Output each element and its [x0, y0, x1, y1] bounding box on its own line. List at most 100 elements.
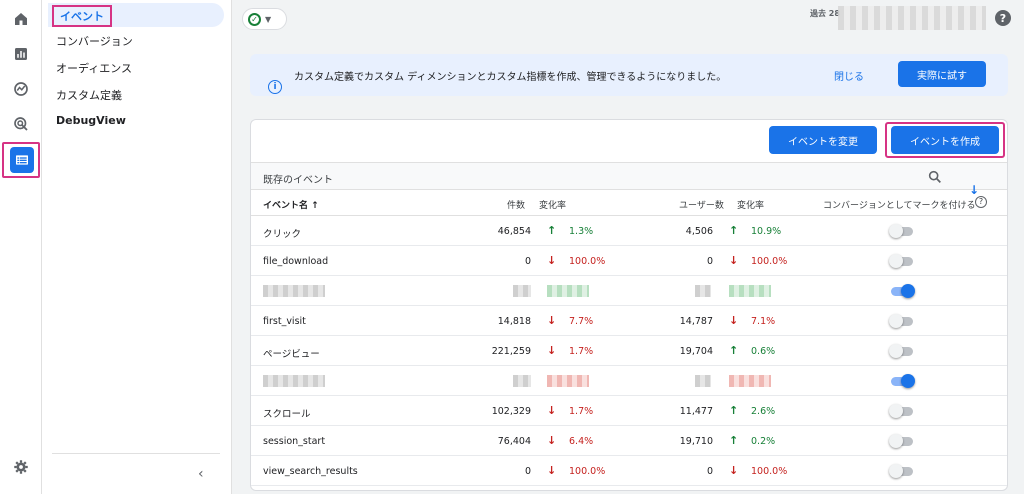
settings-icon[interactable]: [10, 456, 32, 478]
redacted-users: [695, 375, 711, 387]
event-count: 0: [524, 466, 531, 477]
conversion-toggle[interactable]: [889, 344, 915, 358]
event-count: 102,329: [491, 406, 531, 417]
arrow-down-icon: ↓: [729, 464, 739, 477]
nav-item-conversions[interactable]: コンバージョン: [56, 33, 133, 49]
user-count: 4,506: [685, 226, 713, 237]
arrow-down-icon: ↓: [547, 314, 557, 327]
event-name[interactable]: file_download: [263, 256, 328, 267]
check-circle-icon: ✓: [248, 12, 261, 26]
home-icon[interactable]: [10, 8, 32, 30]
conversion-toggle[interactable]: [889, 284, 915, 298]
nav-item-audiences[interactable]: オーディエンス: [56, 60, 132, 76]
redacted-event-name: [263, 375, 325, 387]
date-range-label[interactable]: 過去 28: [810, 8, 840, 19]
redacted-change-count: [547, 285, 589, 297]
modify-event-button[interactable]: イベントを変更: [769, 126, 877, 154]
user-count: 11,477: [679, 406, 713, 417]
redacted-count: [513, 285, 531, 297]
event-name[interactable]: ページビュー: [263, 346, 320, 360]
analytics-app: イベント コンバージョン オーディエンス カスタム定義 DebugView ‹ …: [0, 0, 1024, 494]
banner-try-button[interactable]: 実際に試す: [898, 61, 986, 87]
explore-icon[interactable]: [10, 78, 32, 100]
configure-nav: イベント コンバージョン オーディエンス カスタム定義 DebugView ‹: [42, 0, 232, 494]
nav-item-events-label: イベント: [52, 5, 112, 27]
event-name[interactable]: first_visit: [263, 316, 306, 327]
nav-divider: [52, 453, 220, 454]
configure-nav-highlight[interactable]: [2, 142, 40, 178]
table-row[interactable]: first_visit 14,818 ↓ 7.7% 14,787 ↓ 7.1%: [251, 306, 1007, 336]
conversion-help-icon[interactable]: ?: [975, 196, 987, 208]
conversion-toggle[interactable]: [889, 224, 915, 238]
status-dropdown[interactable]: ✓ ▼: [242, 8, 287, 30]
redacted-change-count: [547, 375, 589, 387]
count-change: 1.7%: [569, 406, 594, 417]
info-banner: i カスタム定義でカスタム ディメンションとカスタム指標を作成、管理できるように…: [250, 54, 1008, 96]
conversion-toggle[interactable]: [889, 254, 915, 268]
events-card: イベントを変更 イベントを作成 既存のイベント ↓ イベント名 ↑ 件数 変化率…: [250, 119, 1008, 491]
table-row[interactable]: ページビュー 221,259 ↓ 1.7% 19,704 ↑ 0.6%: [251, 336, 1007, 366]
header-users[interactable]: ユーザー数: [679, 198, 724, 211]
user-count: 19,704: [679, 346, 713, 357]
redacted-change-users: [729, 375, 771, 387]
table-row[interactable]: [251, 366, 1007, 396]
users-change: 2.6%: [751, 406, 776, 417]
reports-icon[interactable]: [10, 43, 32, 65]
conversion-toggle[interactable]: [889, 434, 915, 448]
arrow-up-icon: ↑: [729, 344, 739, 357]
event-name[interactable]: view_search_results: [263, 466, 358, 477]
advertising-icon[interactable]: [10, 113, 32, 135]
count-change: 6.4%: [569, 436, 594, 447]
arrow-up-icon: ↑: [729, 224, 739, 237]
arrow-down-icon: ↓: [547, 434, 557, 447]
banner-dismiss-button[interactable]: 閉じる: [834, 68, 864, 83]
header-count[interactable]: 件数: [507, 198, 525, 211]
arrow-down-icon: ↓: [547, 254, 557, 267]
help-icon[interactable]: ?: [995, 10, 1011, 26]
table-row[interactable]: [251, 276, 1007, 306]
user-count: 0: [706, 466, 713, 477]
create-event-highlight: イベントを作成: [885, 122, 1005, 158]
info-icon: i: [268, 80, 282, 94]
header-event-name[interactable]: イベント名 ↑: [263, 198, 319, 211]
arrow-down-icon: ↓: [729, 314, 739, 327]
table-header: イベント名 ↑ 件数 変化率 ユーザー数 変化率 コンバージョンとしてマークを付…: [251, 190, 1007, 216]
table-row[interactable]: スクロール 102,329 ↓ 1.7% 11,477 ↑ 2.6%: [251, 396, 1007, 426]
redacted-date-range: [838, 6, 986, 30]
table-row[interactable]: session_start 76,404 ↓ 6.4% 19,710 ↑ 0.2%: [251, 426, 1007, 456]
event-name[interactable]: スクロール: [263, 406, 311, 420]
existing-events-bar: 既存のイベント ↓: [251, 162, 1007, 197]
arrow-down-icon: ↓: [547, 404, 557, 417]
user-count: 19,710: [679, 436, 713, 447]
event-name[interactable]: クリック: [263, 226, 301, 240]
table-row[interactable]: クリック 46,854 ↑ 1.3% 4,506 ↑ 10.9%: [251, 216, 1007, 246]
header-change-count[interactable]: 変化率: [539, 198, 566, 211]
conversion-toggle[interactable]: [889, 464, 915, 478]
table-row[interactable]: view_search_results 0 ↓ 100.0% 0 ↓ 100.0%: [251, 456, 1007, 486]
collapse-nav-icon[interactable]: ‹: [198, 466, 204, 482]
nav-item-custom-definitions[interactable]: カスタム定義: [56, 87, 122, 103]
nav-item-debugview[interactable]: DebugView: [56, 114, 126, 127]
event-count: 76,404: [497, 436, 531, 447]
user-count: 14,787: [679, 316, 713, 327]
arrow-down-icon: ↓: [547, 464, 557, 477]
nav-item-events[interactable]: イベント: [48, 3, 224, 27]
search-icon[interactable]: [927, 169, 943, 185]
header-change-users[interactable]: 変化率: [737, 198, 764, 211]
table-row[interactable]: file_download 0 ↓ 100.0% 0 ↓ 100.0%: [251, 246, 1007, 276]
user-count: 0: [706, 256, 713, 267]
event-count: 221,259: [491, 346, 531, 357]
count-change: 100.0%: [569, 256, 606, 267]
redacted-count: [513, 375, 531, 387]
users-change: 100.0%: [751, 466, 788, 477]
event-name[interactable]: session_start: [263, 436, 325, 447]
redacted-users: [695, 285, 711, 297]
conversion-toggle[interactable]: [889, 314, 915, 328]
create-event-button[interactable]: イベントを作成: [891, 126, 999, 154]
users-change: 0.6%: [751, 346, 776, 357]
conversion-toggle[interactable]: [889, 404, 915, 418]
event-count: 46,854: [497, 226, 531, 237]
users-change: 10.9%: [751, 226, 782, 237]
conversion-toggle[interactable]: [889, 374, 915, 388]
configure-icon[interactable]: [10, 147, 34, 173]
